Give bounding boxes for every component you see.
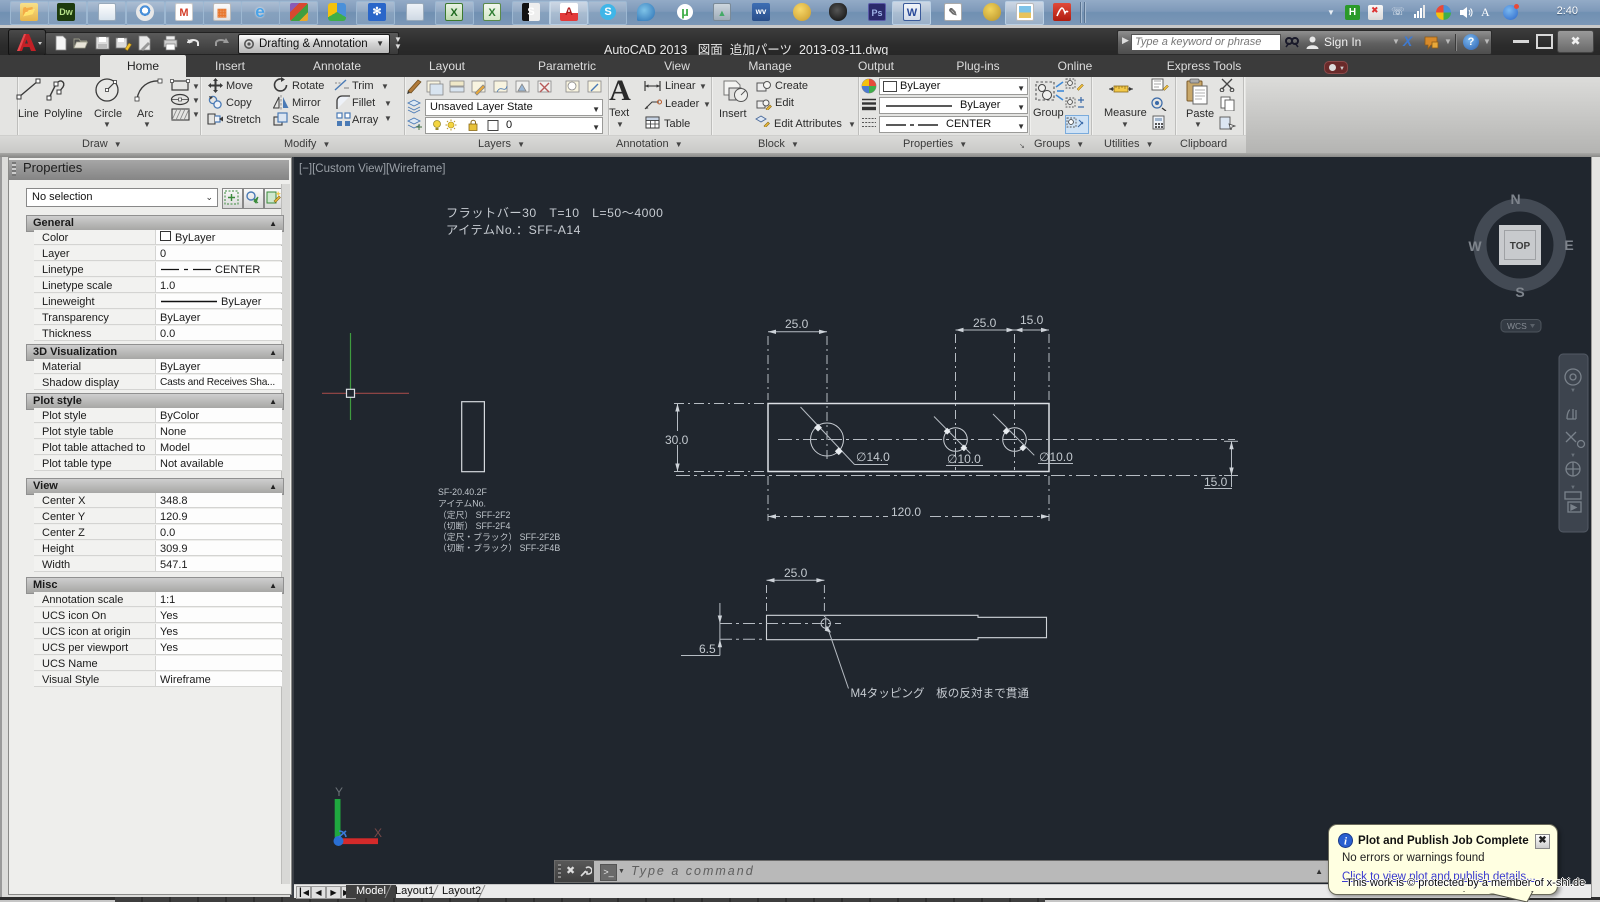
svg-text:25.0: 25.0 xyxy=(973,316,997,330)
svg-text:120.0: 120.0 xyxy=(891,505,921,519)
svg-text:∅10.0: ∅10.0 xyxy=(947,452,981,466)
svg-text:アイテムNo.: アイテムNo. xyxy=(438,499,486,509)
svg-text:▼: ▼ xyxy=(1570,453,1576,459)
svg-text:TOP: TOP xyxy=(1510,241,1531,252)
svg-text:S: S xyxy=(1515,284,1524,300)
svg-text:▼: ▼ xyxy=(1570,388,1576,394)
svg-text:アイテムNo.：SFF-A14: アイテムNo.：SFF-A14 xyxy=(446,223,581,237)
svg-text:[−][Custom View][Wireframe]: [−][Custom View][Wireframe] xyxy=(299,163,445,175)
svg-text:N: N xyxy=(1510,191,1520,207)
svg-text:▼: ▼ xyxy=(1570,485,1576,491)
svg-text:E: E xyxy=(1564,237,1573,253)
svg-text:∅14.0: ∅14.0 xyxy=(856,450,890,464)
svg-text:15.0: 15.0 xyxy=(1204,475,1228,489)
svg-text:（定尺） SFF-2F2: （定尺） SFF-2F2 xyxy=(438,509,510,520)
svg-text:SF-20.40.2F: SF-20.40.2F xyxy=(438,487,488,497)
svg-text:WCS: WCS xyxy=(1507,321,1527,331)
svg-text:30.0: 30.0 xyxy=(665,433,689,447)
svg-text:（切断） SFF-2F4: （切断） SFF-2F4 xyxy=(438,520,510,531)
svg-text:15.0: 15.0 xyxy=(1020,313,1044,327)
svg-text:（切断・ブラック） SFF-2F4B: （切断・ブラック） SFF-2F4B xyxy=(438,542,560,553)
svg-text:25.0: 25.0 xyxy=(784,566,808,580)
svg-text:M4タッピング 板の反対まで貫通: M4タッピング 板の反対まで貫通 xyxy=(851,686,1030,700)
svg-text:（定尺・ブラック） SFF-2F2B: （定尺・ブラック） SFF-2F2B xyxy=(438,531,560,542)
svg-text:25.0: 25.0 xyxy=(785,317,809,331)
svg-text:6.5: 6.5 xyxy=(699,642,716,656)
svg-text:フラットバー30 T=10 L=50～4000: フラットバー30 T=10 L=50～4000 xyxy=(446,206,663,220)
svg-text:∅10.0: ∅10.0 xyxy=(1039,450,1073,464)
svg-text:X: X xyxy=(374,826,382,840)
svg-text:Y: Y xyxy=(335,785,343,799)
svg-text:W: W xyxy=(1468,238,1482,254)
